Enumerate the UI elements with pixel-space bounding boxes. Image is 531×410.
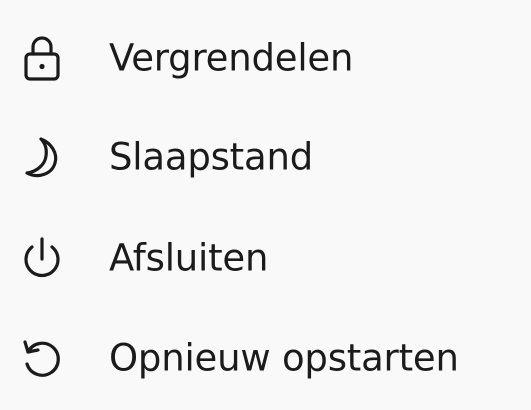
menu-item-restart[interactable]: Opnieuw opstarten bbox=[0, 308, 531, 408]
menu-item-label: Slaapstand bbox=[109, 135, 313, 179]
lock-icon bbox=[14, 30, 70, 86]
power-menu: Vergrendelen Slaapstand Afsluiten Opnieu… bbox=[0, 0, 531, 410]
moon-icon bbox=[14, 129, 70, 185]
power-icon bbox=[14, 230, 70, 286]
menu-item-label: Vergrendelen bbox=[109, 36, 354, 80]
menu-item-lock[interactable]: Vergrendelen bbox=[0, 8, 531, 108]
menu-item-label: Afsluiten bbox=[109, 236, 269, 280]
restart-icon bbox=[14, 330, 70, 386]
menu-item-sleep[interactable]: Slaapstand bbox=[0, 107, 531, 207]
menu-item-shutdown[interactable]: Afsluiten bbox=[0, 208, 531, 308]
menu-item-label: Opnieuw opstarten bbox=[109, 336, 459, 380]
